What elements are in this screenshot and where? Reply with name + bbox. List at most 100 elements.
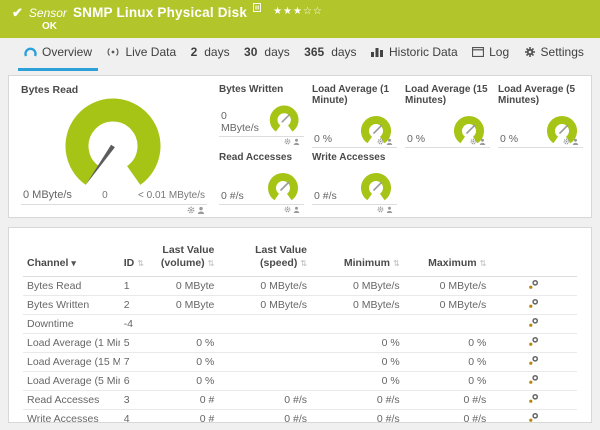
column-header-maximum[interactable]: Maximum xyxy=(404,234,491,277)
mini-user-icon[interactable] xyxy=(293,138,300,145)
gauge-current-value: 0 MByte/s xyxy=(23,189,72,201)
gauge-needle xyxy=(373,181,383,191)
tab-historic-data[interactable]: Historic Data xyxy=(365,38,464,71)
minimum-value: 0 % xyxy=(311,333,404,353)
tab-30-days[interactable]: 30 days xyxy=(238,38,296,71)
tab-settings[interactable]: Settings xyxy=(518,38,590,71)
minimum-value: 0 #/s xyxy=(311,390,404,410)
gauge-needle xyxy=(280,181,290,191)
mini-gear-icon[interactable] xyxy=(377,206,384,213)
edit-channel-icon[interactable] xyxy=(490,276,577,296)
table-row[interactable]: Write Accesses 4 0 # 0 #/s 0 #/s 0 #/s xyxy=(23,409,577,429)
status-badge: OK xyxy=(42,21,57,32)
table-row[interactable]: Bytes Written 2 0 MByte 0 MByte/s 0 MByt… xyxy=(23,295,577,315)
bytes-read-gauge xyxy=(65,98,161,185)
column-header-last-value-speed[interactable]: Last Value (speed) xyxy=(218,234,311,277)
edit-channel-icon[interactable] xyxy=(490,371,577,391)
channel-name: Load Average (1 Min... xyxy=(23,333,120,353)
table-row[interactable]: Load Average (15 Mi... 7 0 % 0 % 0 % xyxy=(23,352,577,372)
gauge-current-value: 0 % xyxy=(407,133,426,145)
gauge-tile-bytes-read[interactable]: Bytes Read 0 MByte/s 0 < 0.01 MByte/s xyxy=(17,82,209,214)
edit-channel-icon[interactable] xyxy=(490,352,577,372)
minimum-value: 0 % xyxy=(311,371,404,391)
minimum-value: 0 % xyxy=(311,352,404,372)
gauge-tile-load-average-1[interactable]: Load Average (1 Minute) 0 % xyxy=(312,82,397,148)
edit-channel-icon[interactable] xyxy=(490,333,577,353)
last-value-speed: 0 #/s xyxy=(218,390,312,410)
maximum-value: 0 #/s xyxy=(403,390,491,410)
tab-label: days xyxy=(204,45,230,59)
mini-gear-icon[interactable] xyxy=(377,138,384,145)
small-gauge xyxy=(268,173,298,201)
last-value-volume: 0 % xyxy=(153,352,219,372)
last-value-volume: 0 % xyxy=(153,333,219,353)
window-icon xyxy=(472,47,485,57)
mini-user-icon[interactable] xyxy=(386,138,393,145)
mini-gear-icon[interactable] xyxy=(187,206,195,214)
mini-gear-icon[interactable] xyxy=(470,138,477,145)
table-row[interactable]: Load Average (5 Min... 6 0 % 0 % 0 % xyxy=(23,371,577,391)
gauge-title: Write Accesses xyxy=(312,152,386,163)
signal-icon xyxy=(106,47,120,57)
tab-label: Live Data xyxy=(125,45,177,59)
channel-name: Bytes Read xyxy=(23,276,120,296)
tab-overview[interactable]: Overview xyxy=(18,38,99,71)
edit-channel-icon[interactable] xyxy=(490,314,577,334)
table-row[interactable]: Downtime -4 xyxy=(23,314,577,334)
table-row[interactable]: Load Average (1 Min... 5 0 % 0 % 0 % xyxy=(23,333,577,353)
table-row[interactable]: Read Accesses 3 0 # 0 #/s 0 #/s 0 #/s xyxy=(23,390,577,410)
maximum-value: 0 MByte/s xyxy=(403,295,491,315)
tab-365-days[interactable]: 365 days xyxy=(298,38,362,71)
tab-label: days xyxy=(264,45,290,59)
tab-live-data[interactable]: Live Data xyxy=(100,38,182,71)
maximum-value: 0 #/s xyxy=(403,409,491,429)
table-row[interactable]: Bytes Read 1 0 MByte 0 MByte/s 0 MByte/s… xyxy=(23,276,577,296)
tab-log[interactable]: Log xyxy=(466,38,515,71)
tab-2-days[interactable]: 2 days xyxy=(185,38,236,71)
tab-label: Log xyxy=(489,45,510,59)
edit-channel-icon[interactable] xyxy=(490,295,577,315)
channel-name: Load Average (5 Min... xyxy=(23,371,120,391)
column-header-id[interactable]: ID xyxy=(120,234,154,277)
gauge-tile-load-average-5[interactable]: Load Average (5 Minutes) 0 % xyxy=(498,82,583,148)
mini-user-icon[interactable] xyxy=(197,206,205,214)
last-value-speed xyxy=(218,333,312,353)
last-value-volume: 0 MByte xyxy=(153,295,219,315)
small-gauge xyxy=(361,173,391,201)
last-value-speed xyxy=(218,371,312,391)
gauge-tile-read-accesses[interactable]: Read Accesses 0 #/s xyxy=(219,150,304,213)
mini-gear-icon[interactable] xyxy=(563,138,570,145)
mini-user-icon[interactable] xyxy=(479,138,486,145)
gauge-current-value: 0 #/s xyxy=(314,190,337,202)
mini-gear-icon[interactable] xyxy=(284,206,291,213)
tab-number: 2 xyxy=(190,45,198,59)
object-kind-label: Sensor xyxy=(28,5,67,20)
column-header-minimum[interactable]: Minimum xyxy=(311,234,404,277)
tab-label: Settings xyxy=(540,45,584,59)
column-header-channel[interactable]: Channel xyxy=(23,234,120,277)
gauge-tile-bytes-written[interactable]: Bytes Written 0 MByte/s xyxy=(219,82,304,145)
edit-channel-icon[interactable] xyxy=(490,409,577,429)
channel-name: Load Average (15 Mi... xyxy=(23,352,120,372)
channel-name: Bytes Written xyxy=(23,295,120,315)
mini-gear-icon[interactable] xyxy=(284,138,291,145)
mini-user-icon[interactable] xyxy=(572,138,579,145)
gauge-needle xyxy=(373,124,383,134)
gauge-tile-load-average-15[interactable]: Load Average (15 Minutes) 0 % xyxy=(405,82,490,148)
gauge-needle xyxy=(466,124,476,134)
last-value-speed: 0 #/s xyxy=(218,409,312,429)
bar-chart-icon xyxy=(370,47,384,57)
column-header-last-value-volume[interactable]: Last Value (volume) xyxy=(154,234,218,277)
gauge-needle xyxy=(559,124,569,134)
minimum-value: 0 MByte/s xyxy=(311,276,404,296)
tab-label: Historic Data xyxy=(388,45,458,59)
gauge-tile-write-accesses[interactable]: Write Accesses 0 #/s xyxy=(312,150,397,213)
gauge-needle xyxy=(281,113,290,123)
mini-user-icon[interactable] xyxy=(293,206,300,213)
minimum-value: 0 #/s xyxy=(311,409,404,429)
priority-stars[interactable]: ★★★☆☆ xyxy=(273,6,323,17)
mini-user-icon[interactable] xyxy=(386,206,393,213)
edit-channel-icon[interactable] xyxy=(490,390,577,410)
channel-id: 1 xyxy=(119,276,154,296)
maximum-value: 0 MByte/s xyxy=(403,276,491,296)
